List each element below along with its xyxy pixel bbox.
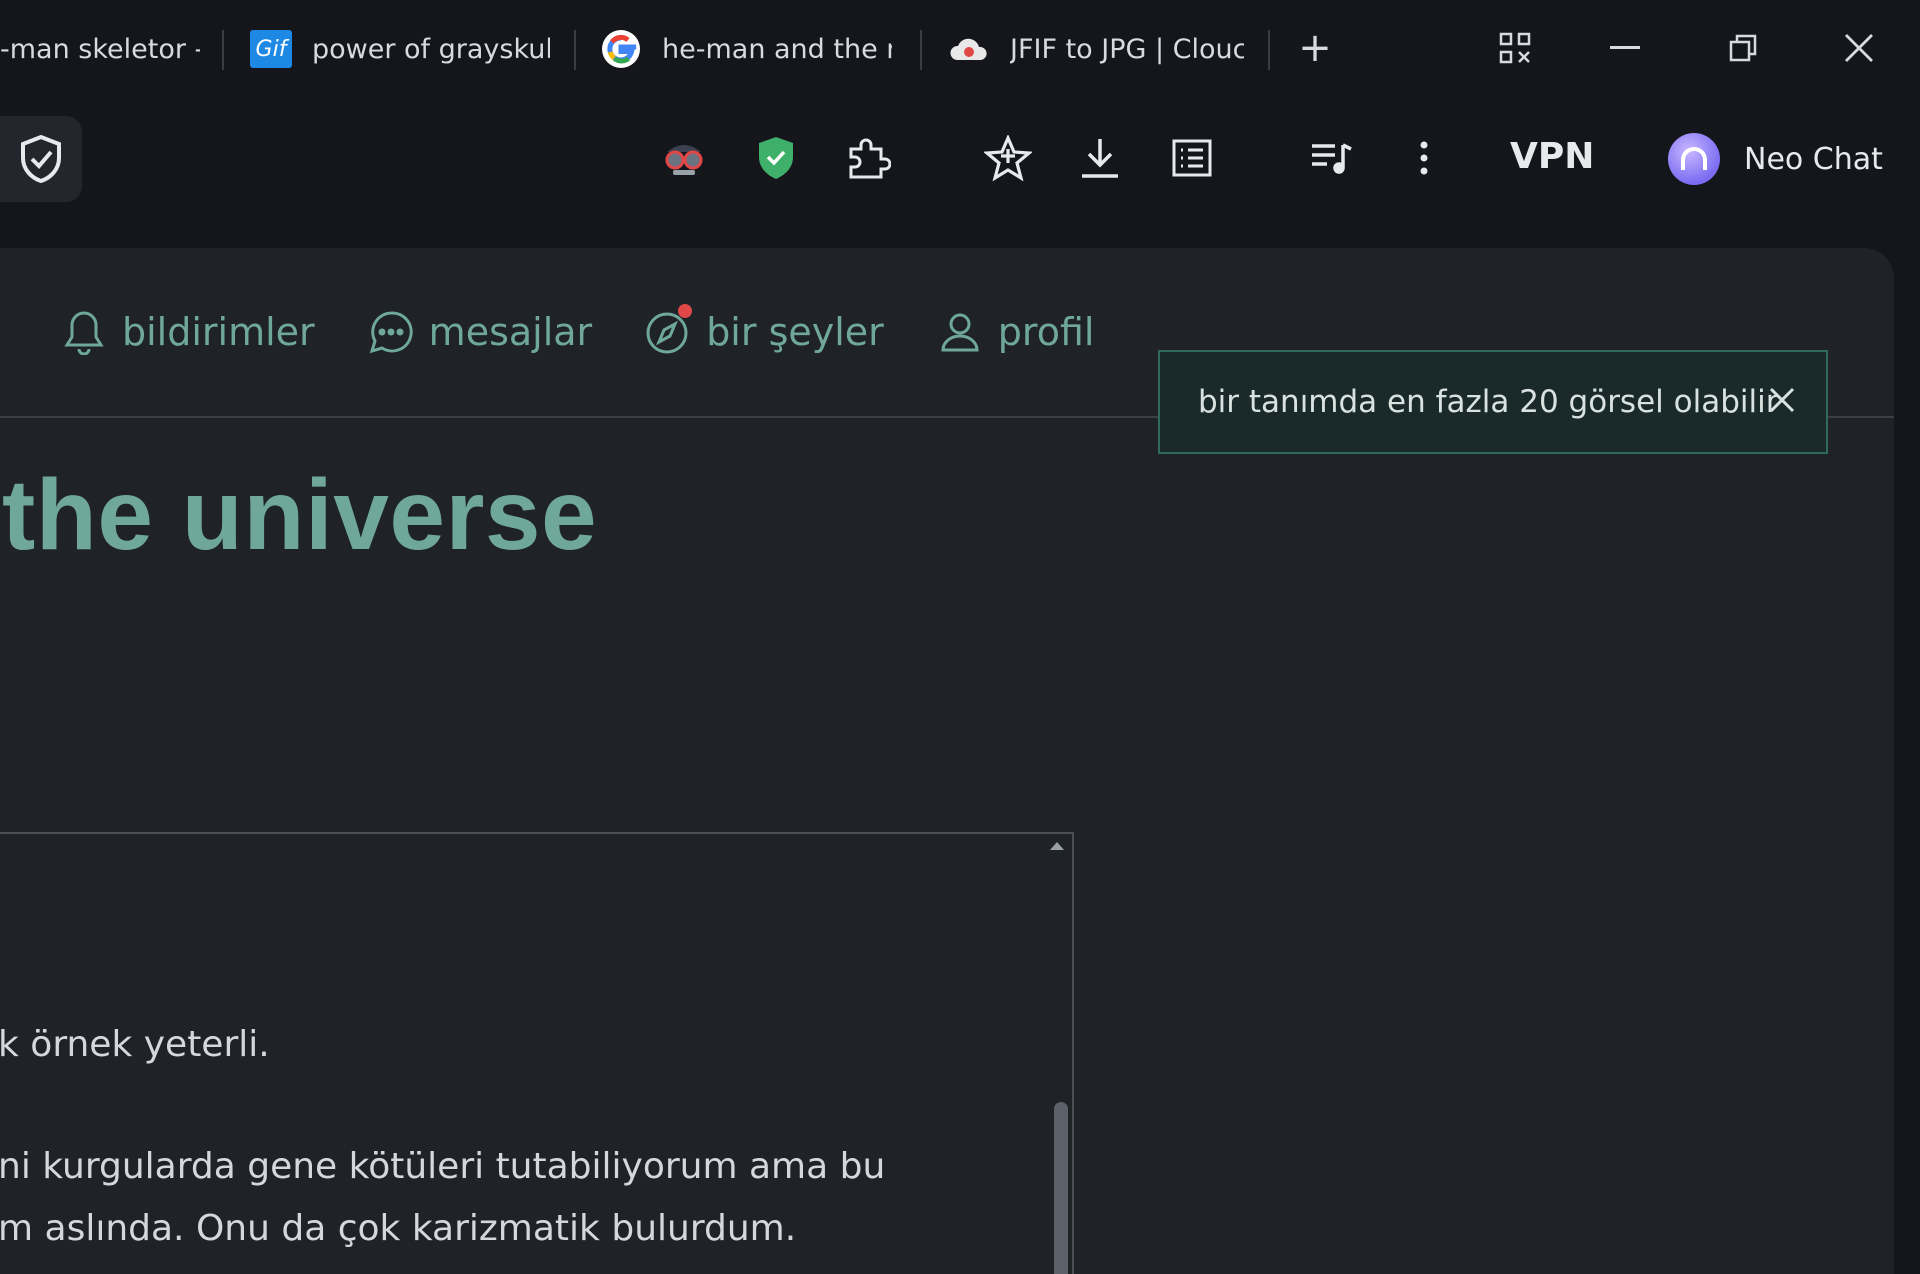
adblock-shield-icon[interactable] xyxy=(746,126,806,190)
nav-item-notifications[interactable]: bildirimler xyxy=(60,308,315,356)
nav-item-explore[interactable]: bir şeyler xyxy=(644,304,884,356)
toast-notification: bir tanımda en fazla 20 görsel olabilir xyxy=(1158,350,1828,454)
compass-icon xyxy=(644,304,693,356)
close-window-icon[interactable] xyxy=(1824,18,1894,78)
media-playlist-icon[interactable] xyxy=(1302,126,1362,190)
nav-item-messages[interactable]: mesajlar xyxy=(367,308,593,356)
restore-icon[interactable] xyxy=(1708,18,1778,78)
more-menu-icon[interactable] xyxy=(1394,126,1454,190)
nav-label: profil xyxy=(997,310,1095,354)
tab-strip: -man skeletor - ( Gif power of grayskul … xyxy=(0,0,1920,98)
browser-toolbar: VPN Neo Chat xyxy=(0,98,1920,248)
tab-he-man[interactable]: he-man and the m xyxy=(600,22,892,76)
chat-bubble-icon xyxy=(367,308,415,356)
close-icon[interactable] xyxy=(1764,382,1800,418)
gif-favicon-icon: Gif xyxy=(250,28,292,70)
toast-message: bir tanımda en fazla 20 görsel olabilir xyxy=(1198,384,1779,420)
download-icon[interactable] xyxy=(1070,126,1130,190)
reading-list-icon[interactable] xyxy=(1162,126,1222,190)
nav-item-profile[interactable]: profil xyxy=(936,308,1095,356)
tab-separator xyxy=(920,30,922,70)
nav-label: mesajlar xyxy=(428,310,593,354)
new-tab-button[interactable]: + xyxy=(1280,18,1350,78)
cloudconvert-icon xyxy=(948,28,990,70)
tab-title: JFIF to JPG | Clouc xyxy=(1010,33,1244,65)
editor-line: ni kurgularda gene kötüleri tutabiliyoru… xyxy=(0,1146,886,1187)
nav-label: bildirimler xyxy=(122,310,315,354)
tab-title: -man skeletor - ( xyxy=(0,33,200,65)
tab-search-icon[interactable] xyxy=(1480,18,1550,78)
scrollbar-thumb[interactable] xyxy=(1054,1102,1068,1274)
nav-label: bir şeyler xyxy=(706,310,884,354)
user-icon xyxy=(936,308,984,356)
content-panel: bildirimler mesajlar bir şeyler profil b… xyxy=(0,248,1894,1274)
favorites-star-icon[interactable] xyxy=(978,126,1038,190)
tab-grayskull[interactable]: Gif power of grayskul xyxy=(250,22,550,76)
editor-line: k örnek yeterli. xyxy=(0,1024,270,1065)
tab-separator xyxy=(574,30,576,70)
google-icon xyxy=(600,28,642,70)
site-nav: bildirimler mesajlar bir şeyler profil xyxy=(60,304,1146,356)
avatar xyxy=(1668,133,1720,185)
tab-jfif-to-jpg[interactable]: JFIF to JPG | Clouc xyxy=(948,22,1244,76)
tab-separator xyxy=(222,30,224,70)
tab-separator xyxy=(1268,30,1270,70)
shield-check-icon xyxy=(21,134,61,184)
extensions-puzzle-icon[interactable] xyxy=(838,126,898,190)
scroll-up-arrow-icon[interactable] xyxy=(1050,842,1064,850)
tab-title: power of grayskul xyxy=(312,33,550,65)
editor-line: m aslında. Onu da çok karizmatik bulurdu… xyxy=(0,1208,797,1249)
profile-name: Neo Chat xyxy=(1744,141,1883,177)
tab-skeletor[interactable]: -man skeletor - ( xyxy=(0,22,200,76)
spy-extension-icon[interactable] xyxy=(654,126,714,190)
site-security-button[interactable] xyxy=(0,116,82,202)
page-title: the universe xyxy=(2,459,598,571)
entry-textarea[interactable]: k örnek yeterli. ni kurgularda gene kötü… xyxy=(0,832,1074,1274)
vpn-button[interactable]: VPN xyxy=(1510,136,1594,177)
bell-icon xyxy=(60,308,108,356)
profile-button[interactable]: Neo Chat xyxy=(1668,128,1883,190)
minimize-icon[interactable] xyxy=(1590,18,1660,78)
tab-title: he-man and the m xyxy=(662,33,892,65)
